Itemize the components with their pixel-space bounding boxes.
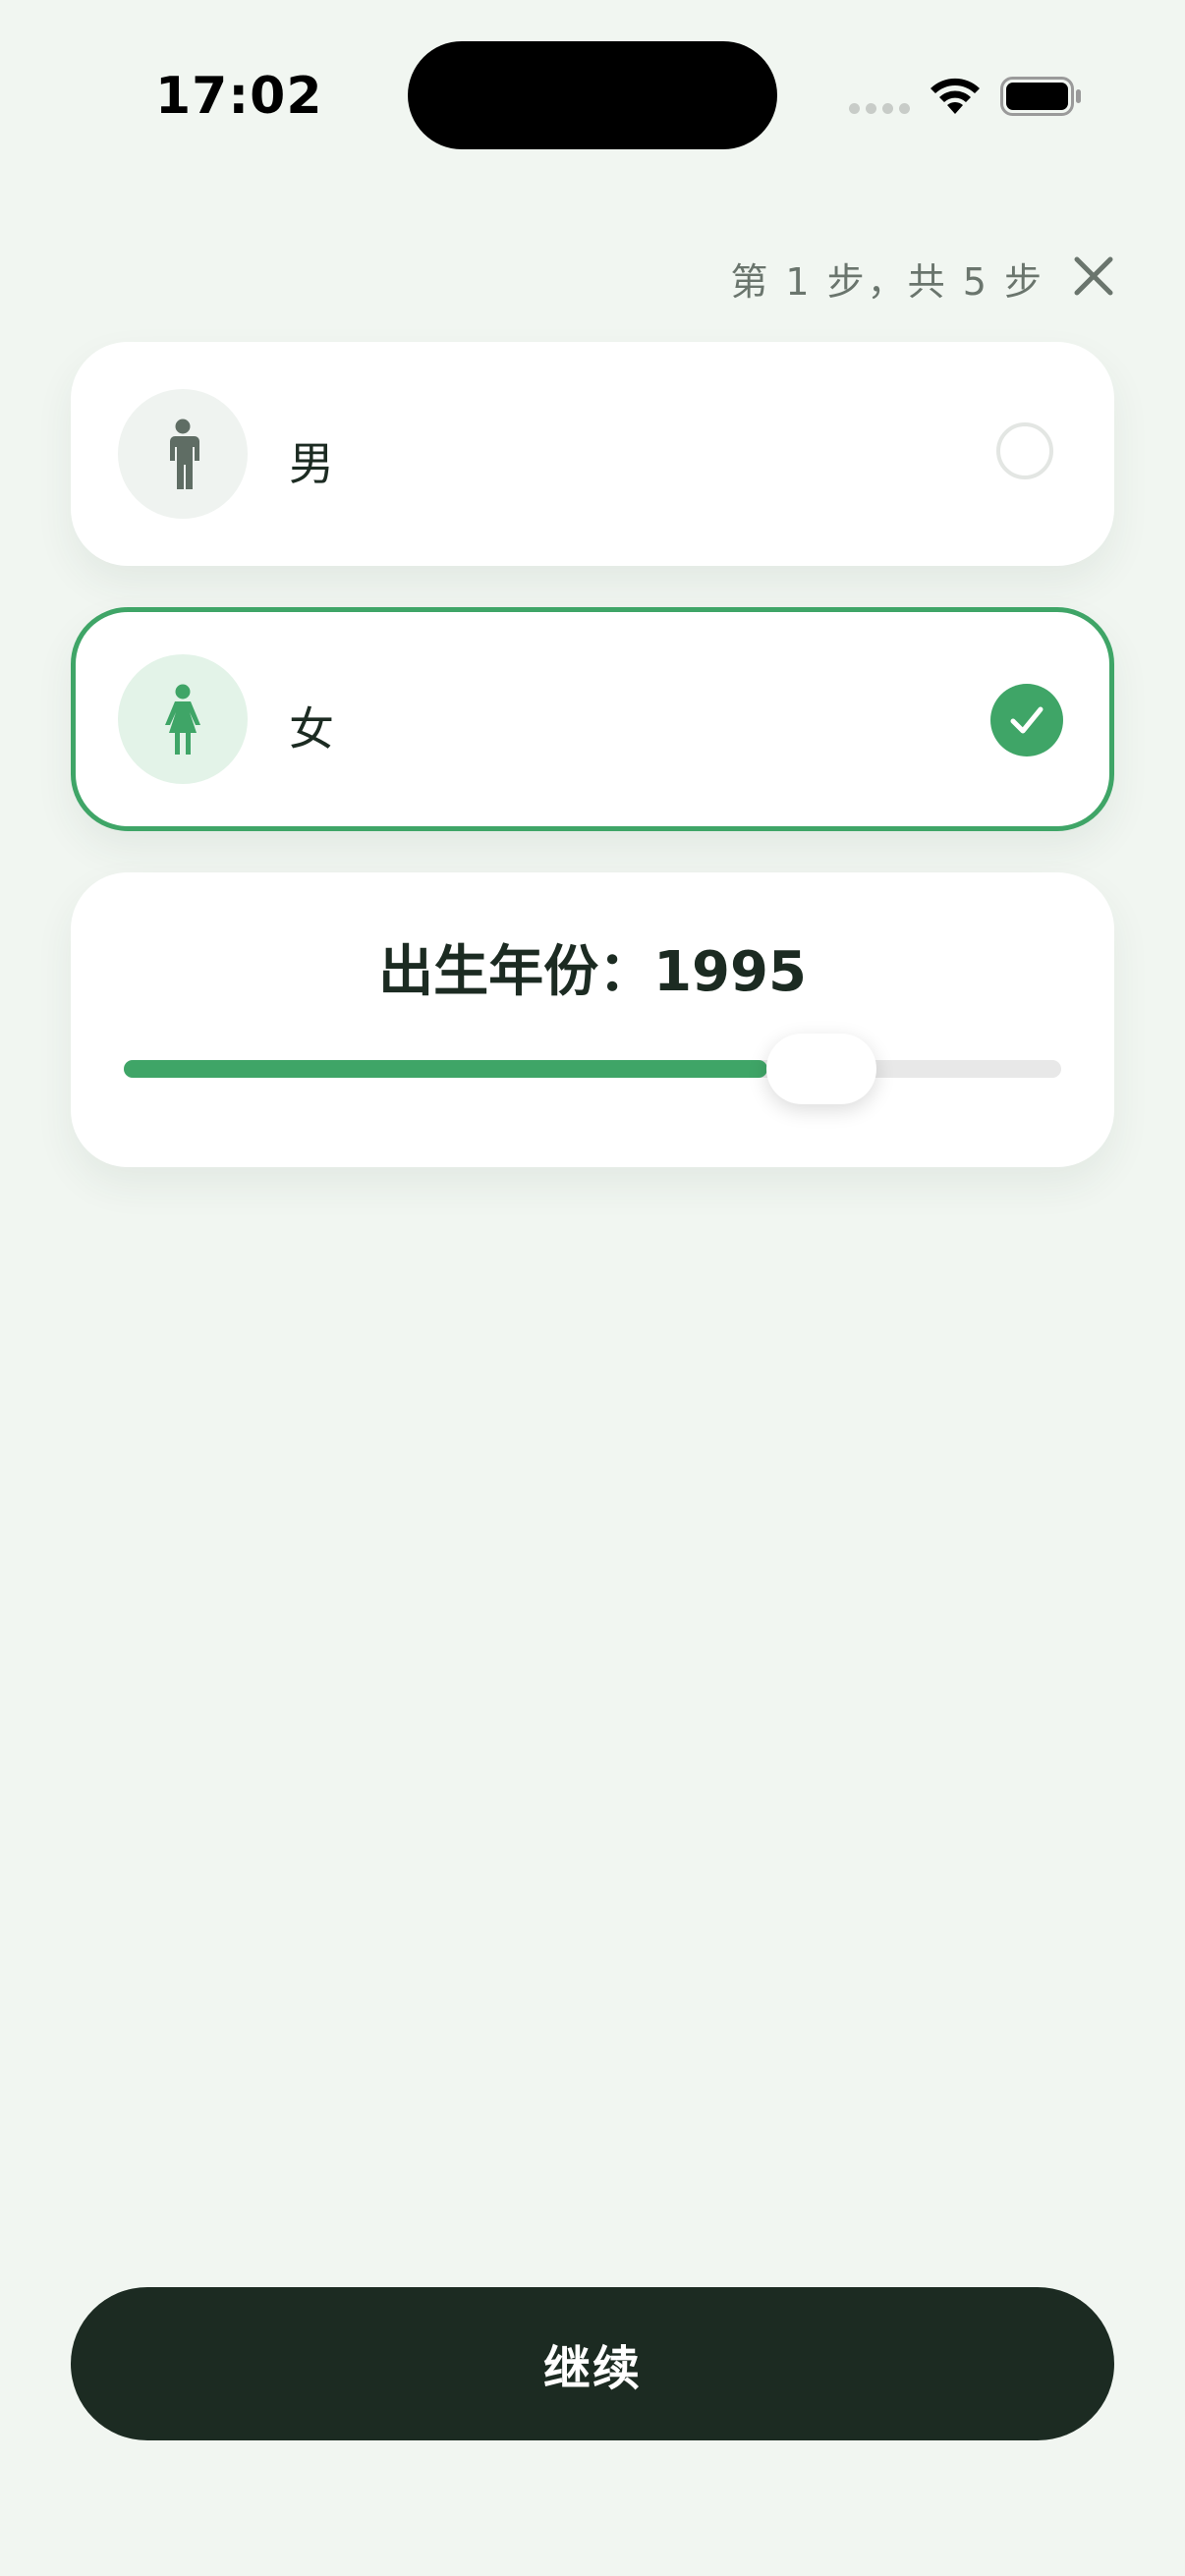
dynamic-island [408, 41, 777, 149]
status-time: 17:02 [155, 67, 323, 126]
year-slider[interactable] [124, 1034, 1061, 1104]
gender-option-label: 男 [289, 437, 334, 490]
checkmark-icon [1010, 706, 1044, 734]
female-avatar [118, 654, 248, 784]
radio-unchecked[interactable] [996, 422, 1053, 479]
birth-year-label: 出生年份：1995 [378, 940, 807, 1004]
continue-button[interactable]: 继续 [71, 2287, 1114, 2440]
year-slider-thumb[interactable] [766, 1034, 876, 1104]
battery-icon [1000, 77, 1081, 116]
signal-icon [849, 103, 910, 114]
wifi-icon [931, 78, 980, 114]
close-icon[interactable] [1069, 252, 1118, 301]
birth-year-card: 出生年份：1995 [71, 872, 1114, 1167]
step-indicator: 第 1 步，共 5 步 [730, 260, 1044, 304]
male-person-icon [170, 419, 199, 489]
year-slider-fill [124, 1060, 767, 1078]
male-avatar [118, 389, 248, 519]
gender-option-female[interactable]: 女 [71, 607, 1114, 831]
gender-option-male[interactable]: 男 [71, 342, 1114, 566]
gender-option-label: 女 [289, 702, 334, 756]
female-person-icon [165, 684, 200, 755]
radio-checked[interactable] [990, 684, 1063, 756]
